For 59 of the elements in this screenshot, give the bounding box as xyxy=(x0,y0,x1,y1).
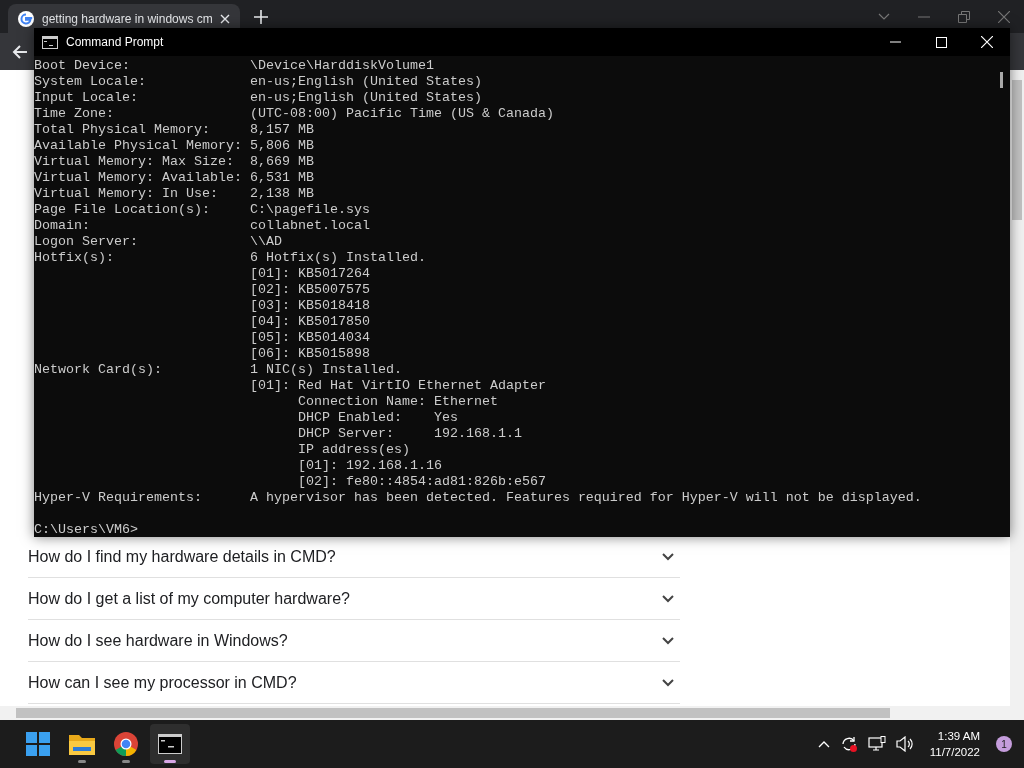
vertical-scrollbar[interactable] xyxy=(1010,70,1024,720)
console-line: [01]: Red Hat VirtIO Ethernet Adapter xyxy=(248,378,547,394)
console-line: Network Card(s): 1 NIC(s) Installed. xyxy=(34,362,403,378)
console-line: Hotfix(s): 6 Hotfix(s) Installed. xyxy=(34,250,427,266)
faq-item[interactable]: How do I get a list of my computer hardware? xyxy=(28,578,680,620)
console-line: Connection Name: Ethernet xyxy=(296,394,499,410)
console-line: Virtual Memory: In Use: 2,138 MB xyxy=(34,186,315,202)
faq-question: How do I find my hardware details in CMD? xyxy=(28,547,336,566)
console-line: Total Physical Memory: 8,157 MB xyxy=(34,122,315,138)
console-line: DHCP Enabled: Yes xyxy=(296,410,459,426)
speaker-icon[interactable] xyxy=(895,736,914,752)
horizontal-scrollbar[interactable] xyxy=(0,706,1010,720)
terminal-icon xyxy=(42,35,58,49)
console-line: [01]: KB5017264 xyxy=(248,266,371,282)
console-line: System Locale: en-us;English (United States) xyxy=(34,74,483,90)
command-prompt-line[interactable]: C:\Users\VM6> xyxy=(34,522,138,538)
console-line: [04]: KB5017850 xyxy=(248,314,371,330)
faq-question: How can I see my processor in CMD? xyxy=(28,673,297,692)
maximize-icon[interactable] xyxy=(935,36,947,48)
google-icon xyxy=(18,10,34,27)
console-line: Virtual Memory: Available: 6,531 MB xyxy=(34,170,315,186)
faq-question: How do I get a list of my computer hardware? xyxy=(28,589,350,608)
console-line: Available Physical Memory: 5,806 MB xyxy=(34,138,315,154)
console-line: Domain: collabnet.local xyxy=(34,218,371,234)
console-line: [02]: fe80::4854:ad81:826b:e567 xyxy=(296,474,547,490)
console-line: Time Zone: (UTC-08:00) Pacific Time (US & Canada) xyxy=(34,106,555,122)
time: 1:39 AM xyxy=(937,729,980,744)
notification-badge[interactable]: 1 xyxy=(996,736,1012,752)
browser-icon xyxy=(114,732,138,756)
console-line: Boot Device: \Device\HarddiskVolume1 xyxy=(34,58,435,74)
console-line: [03]: KB5018418 xyxy=(248,298,371,314)
console-line: [06]: KB5015898 xyxy=(248,346,371,362)
date: 11/7/2022 xyxy=(929,745,980,760)
tab-title: getting hardware in windows cm xyxy=(42,11,212,26)
windows-start-icon xyxy=(26,732,50,756)
faq-question: How do I see hardware in Windows? xyxy=(28,631,288,650)
terminal-icon xyxy=(158,734,182,754)
faq-item[interactable]: How do I see hardware in Windows? xyxy=(28,620,680,662)
console-line: Page File Location(s): C:\pagefile.sys xyxy=(34,202,371,218)
sync-icon[interactable] xyxy=(839,735,858,753)
console-line: Virtual Memory: Max Size: 8,669 MB xyxy=(34,154,315,170)
chevron-down-icon[interactable] xyxy=(878,12,890,21)
chevron-up-icon[interactable] xyxy=(817,740,830,748)
restore-icon[interactable] xyxy=(958,10,970,23)
console-line: Hyper-V Requirements: A hypervisor has been detected. Features required for Hyper-V will not be displayed. xyxy=(34,490,923,506)
window-title: Command Prompt xyxy=(66,35,164,49)
back-arrow-icon[interactable] xyxy=(12,43,28,60)
console-line: [02]: KB5007575 xyxy=(248,282,371,298)
console-line: Logon Server: \\AD xyxy=(34,234,283,250)
console-line: DHCP Server: 192.168.1.1 xyxy=(296,426,523,442)
folder-icon xyxy=(69,733,95,755)
clock[interactable]: 1:39 AM 11/7/2022 xyxy=(929,728,980,760)
console-line: [01]: 192.168.1.16 xyxy=(296,458,443,474)
console-line: IP address(es) xyxy=(296,442,411,458)
taskbar-app[interactable] xyxy=(150,724,190,764)
network-icon[interactable] xyxy=(867,736,886,752)
faq-item[interactable]: How can I see my processor in CMD? xyxy=(28,662,680,704)
console-line: Input Locale: en-us;English (United States) xyxy=(34,90,483,106)
console-line: [05]: KB5014034 xyxy=(248,330,371,346)
